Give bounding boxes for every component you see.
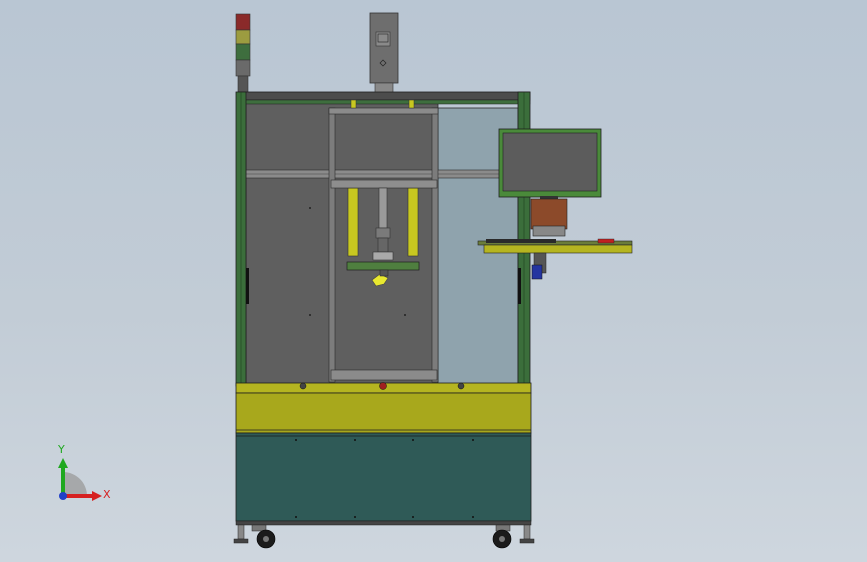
machine-assembly-model[interactable]: [0, 0, 867, 562]
y-axis-label: Y: [58, 443, 65, 456]
x-axis-label: X: [103, 488, 111, 501]
coordinate-triad[interactable]: [58, 458, 102, 501]
signal-light-tower: [235, 13, 251, 93]
z-axis-dot: [59, 492, 67, 500]
triad-plane-icon: [63, 472, 87, 496]
caster-wheels: [233, 524, 535, 549]
top-press-cylinder: [369, 12, 399, 94]
yellow-work-table: [235, 382, 532, 434]
cad-viewport[interactable]: Y X: [0, 0, 867, 562]
lower-cabinet: [235, 432, 532, 526]
